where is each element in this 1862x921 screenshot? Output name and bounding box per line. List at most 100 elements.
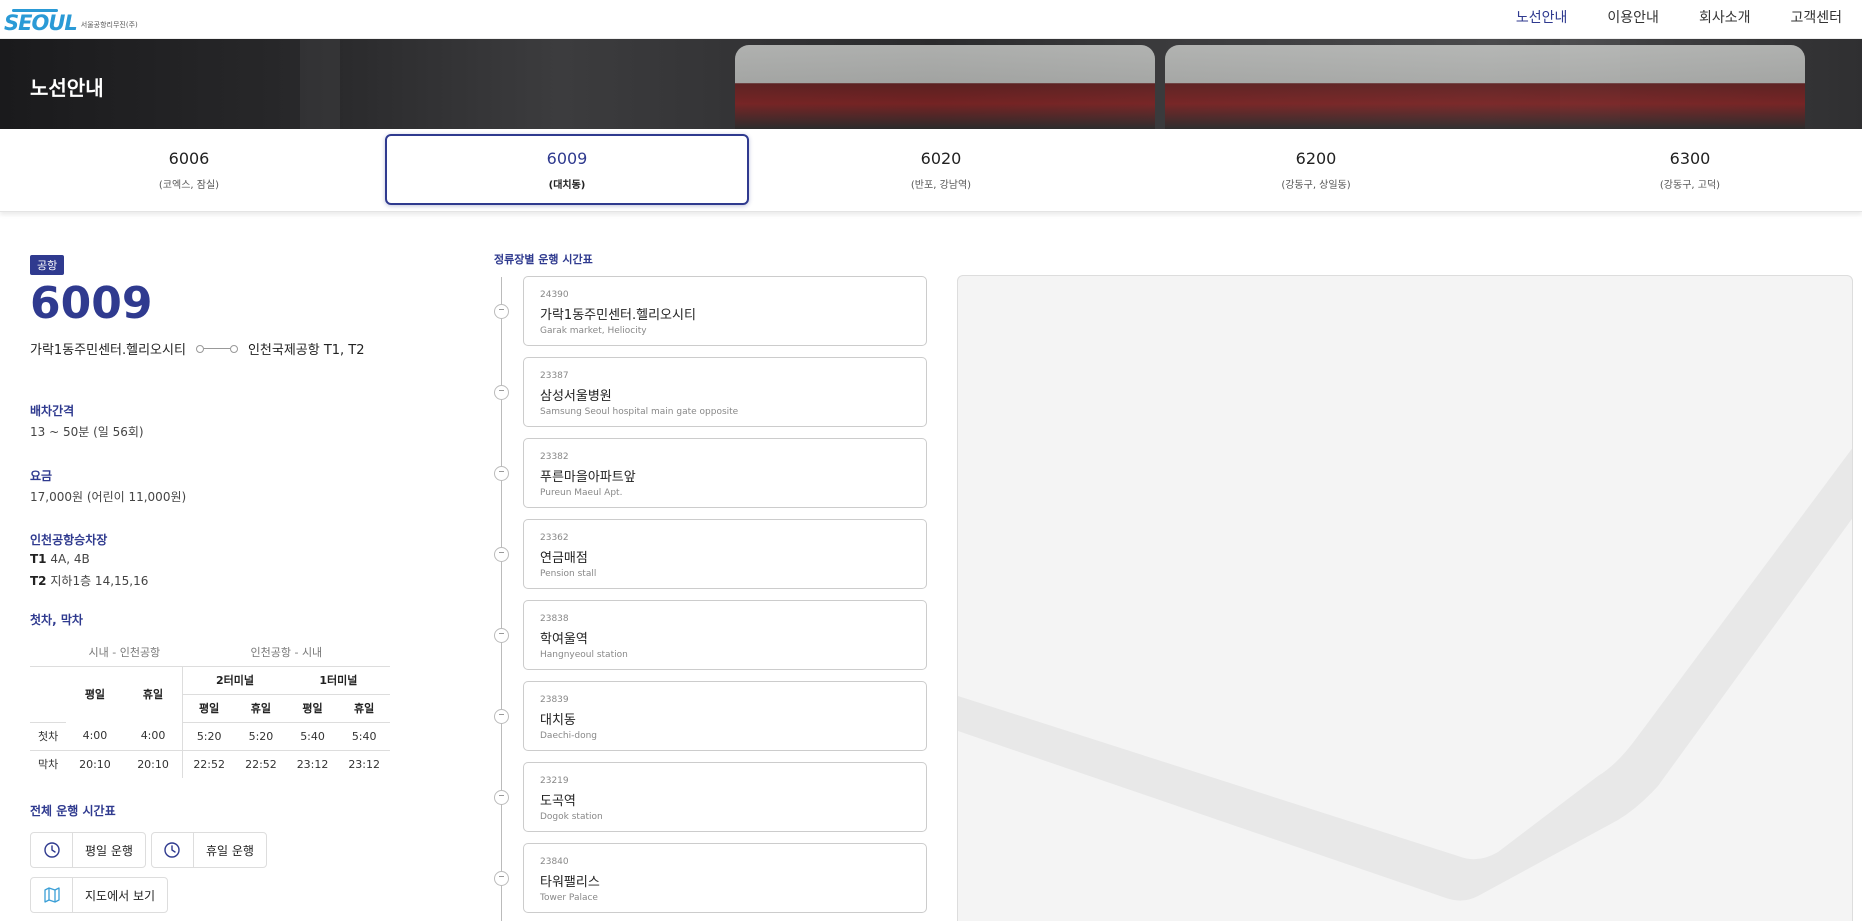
map-icon: [31, 878, 73, 912]
tab-route-6020[interactable]: 6020 (반포, 강남역): [759, 134, 1123, 205]
tab-route-area: (강동구, 상일동): [1281, 180, 1351, 191]
table-cell: 20:10: [79, 757, 111, 771]
holiday-timetable-button[interactable]: 휴일 운행: [150, 832, 267, 868]
stop-card[interactable]: 23840 타워팰리스 Tower Palace: [523, 843, 927, 913]
table-row-label: 막차: [38, 758, 59, 772]
tab-route-number: 6020: [920, 149, 962, 168]
table-header-weekday: 평일: [286, 694, 339, 723]
nav-item-route-guide[interactable]: 노선안내: [1496, 0, 1588, 32]
table-cell: 4:00: [66, 722, 124, 751]
table-corner: [30, 638, 66, 667]
stop-name-en: Garak market, Heliocity: [540, 326, 647, 336]
company-logo[interactable]: SEOUL 서울공항리무진(주): [4, 3, 138, 35]
stop-name-en: Samsung Seoul hospital main gate opposit…: [540, 407, 739, 417]
stop-card[interactable]: 23387 삼성서울병원 Samsung Seoul hospital main…: [523, 357, 927, 427]
stop-id: 23838: [540, 614, 569, 624]
table-cell: 22:52: [182, 750, 236, 778]
nav-item-about[interactable]: 회사소개: [1679, 0, 1771, 32]
table-header-holiday: 휴일: [142, 688, 164, 702]
stop-card[interactable]: 23382 푸른마을아파트앞 Pureun Maeul Apt.: [523, 438, 927, 508]
tab-route-number: 6009: [546, 149, 588, 168]
stop-name-en: Pension stall: [540, 569, 597, 579]
stop-id: 24390: [540, 290, 569, 300]
stop-card[interactable]: 24390 가락1동주민센터.헬리오시티 Garak market, Helio…: [523, 276, 927, 346]
stop-marker-icon: [494, 385, 509, 400]
stop-id: 23840: [540, 857, 569, 867]
fare-section: 요금 17,000원 (어린이 11,000원): [30, 467, 400, 505]
boarding-section: 인천공항승차장 T1 4A, 4B T2 지하1층 14,15,16: [30, 531, 400, 589]
main-nav: 노선안내 이용안내 회사소개 고객센터: [1496, 0, 1862, 32]
stop-id: 23387: [540, 371, 569, 381]
terminal-2-label: T2: [30, 574, 47, 588]
tab-route-6300[interactable]: 6300 (강동구, 고덕): [1508, 134, 1862, 205]
stop-id: 23219: [540, 776, 569, 786]
logo-subtext: 서울공항리무진(주): [80, 21, 138, 29]
nav-item-customer-center[interactable]: 고객센터: [1770, 0, 1862, 32]
stop-name-en: Tower Palace: [540, 893, 598, 903]
boarding-t2: T2 지하1층 14,15,16: [30, 572, 400, 589]
table-header-terminal-1: 1터미널: [286, 666, 390, 695]
first-last-label: 첫차, 막차: [30, 613, 83, 627]
stop-marker-icon: [494, 547, 509, 562]
table-header-holiday: 휴일: [235, 694, 287, 723]
table-cell: 5:20: [182, 722, 236, 751]
table-header-terminal-2: 2터미널: [182, 666, 287, 695]
stop-name-ko: 삼성서울병원: [540, 389, 612, 404]
table-cell: 4:00: [123, 722, 183, 751]
top-header: SEOUL 서울공항리무진(주) 노선안내 이용안내 회사소개 고객센터: [0, 0, 1862, 39]
terminal-1-label: T1: [30, 552, 47, 566]
stop-id: 23839: [540, 695, 569, 705]
terminal-1-gates: 4A, 4B: [46, 552, 90, 566]
table-cell: 5:40: [286, 722, 339, 751]
table-row-label: 첫차: [30, 722, 66, 751]
tab-route-number: 6006: [168, 149, 210, 168]
table-group-airport: 인천공항 - 시내: [182, 638, 390, 667]
stop-name-ko: 도곡역: [540, 794, 576, 809]
stop-card[interactable]: 23362 연금매점 Pension stall: [523, 519, 927, 589]
logo-text: SEOUL: [4, 9, 78, 35]
weekday-timetable-button[interactable]: 평일 운행: [30, 832, 146, 868]
stop-card[interactable]: 23219 도곡역 Dogok station: [523, 762, 927, 832]
button-label: 휴일 운행: [205, 843, 254, 858]
route-origin: 가락1동주민센터.헬리오시티: [30, 343, 186, 358]
clock-icon: [152, 833, 194, 867]
route-tabs: 6006 (코엑스, 잠실) 6009 (대치동) 6020 (반포, 강남역)…: [0, 129, 1862, 212]
map-road-shape: [958, 448, 1852, 901]
boarding-t1: T1 4A, 4B: [30, 552, 400, 566]
stop-marker-icon: [494, 628, 509, 643]
interval-label: 배차간격: [30, 404, 75, 418]
tab-route-area: (반포, 강남역): [910, 180, 972, 191]
table-row-first-bus: 첫차 4:00 4:00 5:20 5:20 5:40 5:40: [30, 722, 390, 751]
tab-route-6009[interactable]: 6009 (대치동): [385, 134, 749, 205]
tab-route-area: (대치동): [548, 180, 586, 191]
stop-card[interactable]: 23839 대치동 Daechi-dong: [523, 681, 927, 751]
airport-badge: 공항: [30, 255, 65, 275]
nav-item-usage-guide[interactable]: 이용안내: [1587, 0, 1679, 32]
table-group-city: 시내 - 인천공항: [66, 638, 183, 667]
tab-route-6200[interactable]: 6200 (강동구, 상일동): [1134, 134, 1498, 205]
table-cell: 5:40: [338, 722, 390, 751]
stop-name-en: Pureun Maeul Apt.: [540, 488, 623, 498]
fare-value: 17,000원 (어린이 11,000원): [30, 490, 187, 504]
button-label: 평일 운행: [85, 843, 133, 858]
stop-card[interactable]: 23838 학여울역 Hangnyeoul station: [523, 600, 927, 670]
tab-route-number: 6300: [1669, 149, 1711, 168]
full-timetable-label: 전체 운행 시간표: [30, 804, 116, 818]
stop-name-ko: 학여울역: [540, 632, 588, 647]
table-cell: 5:20: [235, 722, 287, 751]
boarding-label: 인천공항승차장: [30, 533, 108, 547]
view-on-map-button[interactable]: 지도에서 보기: [30, 877, 169, 913]
table-header-weekday: 평일: [182, 694, 236, 723]
stop-name-en: Daechi-dong: [540, 731, 598, 741]
stop-name-ko: 타워팰리스: [540, 875, 600, 890]
stop-timetable-title: 정류장별 운행 시간표: [494, 253, 593, 266]
stop-marker-icon: [494, 790, 509, 805]
tab-route-6006[interactable]: 6006 (코엑스, 잠실): [7, 134, 371, 205]
route-destination: 인천국제공항 T1, T2: [247, 343, 365, 358]
route-info-panel: 공항 6009 가락1동주민센터.헬리오시티 인천국제공항 T1, T2 배차간…: [30, 254, 400, 913]
terminal-2-gates: 지하1층 14,15,16: [46, 574, 149, 588]
button-label: 지도에서 보기: [85, 888, 156, 903]
hero-pillar: [300, 39, 340, 129]
table-header-holiday: 휴일: [338, 694, 390, 723]
route-map[interactable]: [957, 275, 1853, 921]
